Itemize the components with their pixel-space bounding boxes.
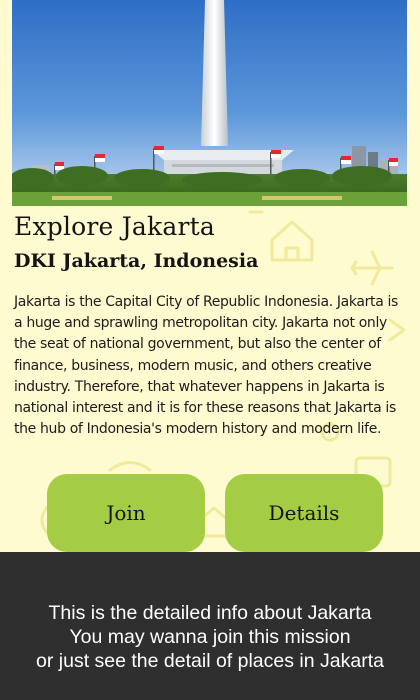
place-card: Explore Jakarta DKI Jakarta, Indonesia J… (0, 0, 420, 552)
info-line: This is the detailed info about Jakarta (48, 602, 372, 624)
join-button[interactable]: Join (47, 474, 205, 552)
info-banner-text: This is the detailed info about Jakarta … (0, 601, 420, 673)
place-description: Jakarta is the Capital City of Republic … (14, 294, 399, 438)
hero-image (12, 0, 407, 206)
info-banner: This is the detailed info about Jakarta … (0, 552, 420, 700)
info-line: You may wanna join this mission (69, 626, 351, 648)
monument-photo-icon (12, 0, 407, 206)
info-line: or just see the detail of places in Jaka… (36, 650, 384, 672)
details-button[interactable]: Details (225, 474, 383, 552)
place-location: DKI Jakarta, Indonesia (14, 250, 259, 272)
screen: Explore Jakarta DKI Jakarta, Indonesia J… (0, 0, 420, 700)
place-title: Explore Jakarta (14, 212, 215, 241)
